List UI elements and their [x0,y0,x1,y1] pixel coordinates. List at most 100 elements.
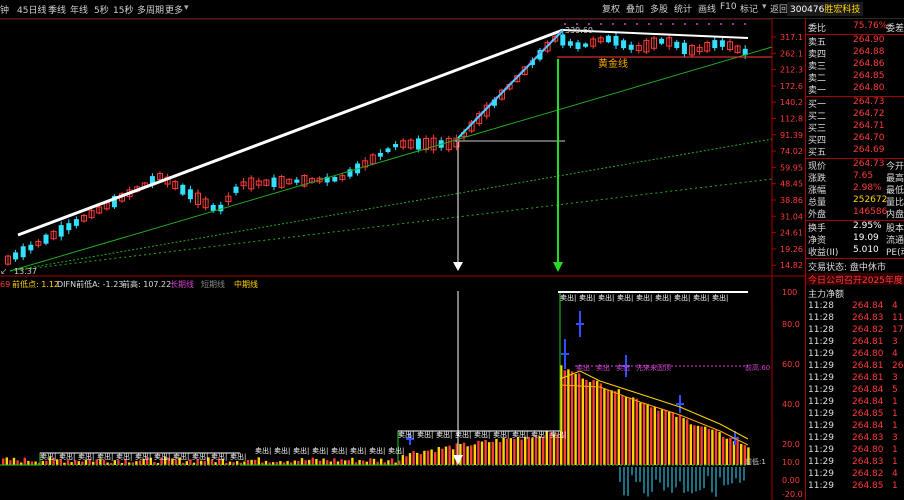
stat-row: 外盘 146586 内盘 [808,207,904,220]
histogram-bar [466,446,469,465]
draw-line-button[interactable]: 画线 [696,2,718,15]
bid-row[interactable]: 买五 264.69 [806,145,904,158]
period-min[interactable]: 钟 [0,3,9,16]
histogram-bar [660,409,664,465]
stat-row: 净资 19.09 流通 [808,233,904,246]
notice-banner[interactable]: 今日公司召开2025年度 [806,273,904,286]
histogram-bar [477,440,480,465]
histogram-bar [722,436,725,465]
candle [377,152,383,157]
stat-row: 涨幅 2.98% 最低 [808,183,904,196]
histogram-bar [520,439,523,465]
sell-label: 卖出| [712,293,728,302]
ask-row[interactable]: 卖二 264.85 [806,71,904,84]
bid-row[interactable]: 买三 264.71 [806,121,904,134]
histogram-bar [524,436,527,465]
tick-row: 11:29 264.83 3 [808,433,898,443]
ask-row[interactable]: 卖三 264.86 [806,59,904,72]
kline-chart[interactable]: 317.1 262.1 212.3 172.6 140.2 112.8 91.39 74.02… [0,19,805,500]
histogram-bar [12,457,16,465]
histogram-bar [538,436,541,465]
histogram-bar [250,459,253,465]
histogram-bar [448,445,451,465]
histogram-bar [444,446,448,465]
bid-row[interactable]: 买二 264.72 [806,109,904,122]
statistics-button[interactable]: 统计 [672,2,694,15]
mark-button[interactable]: 标记 [738,2,760,15]
period-5s[interactable]: 5秒 [94,3,109,16]
top-marker-dot [744,23,746,25]
histogram-bar [423,450,426,465]
multi-stock-button[interactable]: 多股 [648,2,670,15]
bid-row[interactable]: 买一 264.73 [806,97,904,110]
histogram-bar [430,449,433,465]
candle [613,35,619,46]
histogram-bar [286,461,289,465]
tick-row: 11:29 264.81 26 [808,361,904,371]
histogram-bar [23,457,26,465]
histogram-bar [344,460,347,465]
signal-label-3: 卖出 [616,363,630,372]
histogram-bar [351,457,354,465]
candle [681,42,687,55]
bid-row[interactable]: 买四 264.70 [806,133,904,146]
top-marker-dot [708,23,710,25]
price-tick-label: 24.61 [780,229,803,238]
histogram-bar [81,461,84,465]
top-marker-dot [564,23,566,25]
stock-code: 300476 [790,5,825,15]
sell-label: 卖出| [211,452,227,461]
histogram-bar [632,397,635,465]
histogram-bar [567,369,570,465]
indicator-tick-label: 60.0 [782,360,800,369]
overlay-button[interactable]: 叠加 [624,2,646,15]
prev-high-label: 前高:60 [745,363,770,372]
ask-row[interactable]: 卖五 264.90 [806,35,904,48]
indicator-tick-label: 20.0 [782,440,800,449]
stat-row: 收益(II)5.010PE(动 [808,245,904,258]
period-multi[interactable]: 多周期 [137,3,164,16]
histogram-bar [434,452,437,465]
f10-button[interactable]: F10 [718,2,739,15]
period-45day[interactable]: 45日线 [17,3,46,16]
histogram-bar [675,416,678,465]
gold-line-label: 黄金线 [598,57,628,70]
histogram-bar [664,410,667,465]
period-15s[interactable]: 15秒 [113,3,133,16]
more-dropdown-icon[interactable]: ▾ [184,3,189,13]
candle [674,41,680,48]
period-toolbar: 钟 45日线 季线 年线 5秒 15秒 多周期 更多 ▾ 复权 叠加 多股 统计… [0,0,904,19]
top-marker-dot [696,23,698,25]
histogram-bar [592,379,595,465]
stat-row: 涨跌 7.65 最高 [808,171,904,184]
histogram-bar [254,459,257,465]
histogram-bar [513,439,516,465]
ask-row[interactable]: 卖一 264.80 [806,83,904,96]
histogram-bar [416,452,419,465]
price-tick-label: 262.1 [780,49,803,58]
histogram-bar [700,426,703,465]
top-marker-dot [588,23,590,25]
tick-row: 11:29 264.80 1 [808,445,898,455]
histogram-bar [300,458,304,465]
candle [659,38,665,44]
histogram-bar [585,379,588,465]
tick-row: 11:29 264.84 1 [808,397,898,407]
tick-row: 11:29 264.81 3 [808,373,898,383]
period-year[interactable]: 年线 [70,3,88,16]
histogram-bar [236,461,239,465]
restore-right-button[interactable]: 复权 [600,2,622,15]
histogram-bar [228,461,232,465]
period-more[interactable]: 更多 [165,3,183,16]
histogram-bar [304,460,307,465]
histogram-bar [606,389,610,465]
histogram-bar [322,458,325,465]
histogram-bar [365,461,368,465]
histogram-bar [578,373,581,465]
ask-row[interactable]: 卖四 264.88 [806,47,904,60]
sell-label: 卖出| [617,293,633,302]
period-season[interactable]: 季线 [48,3,66,16]
sell-label: 卖出| [674,293,690,302]
sell-label: 卖出| [331,446,347,455]
candle [28,244,34,251]
